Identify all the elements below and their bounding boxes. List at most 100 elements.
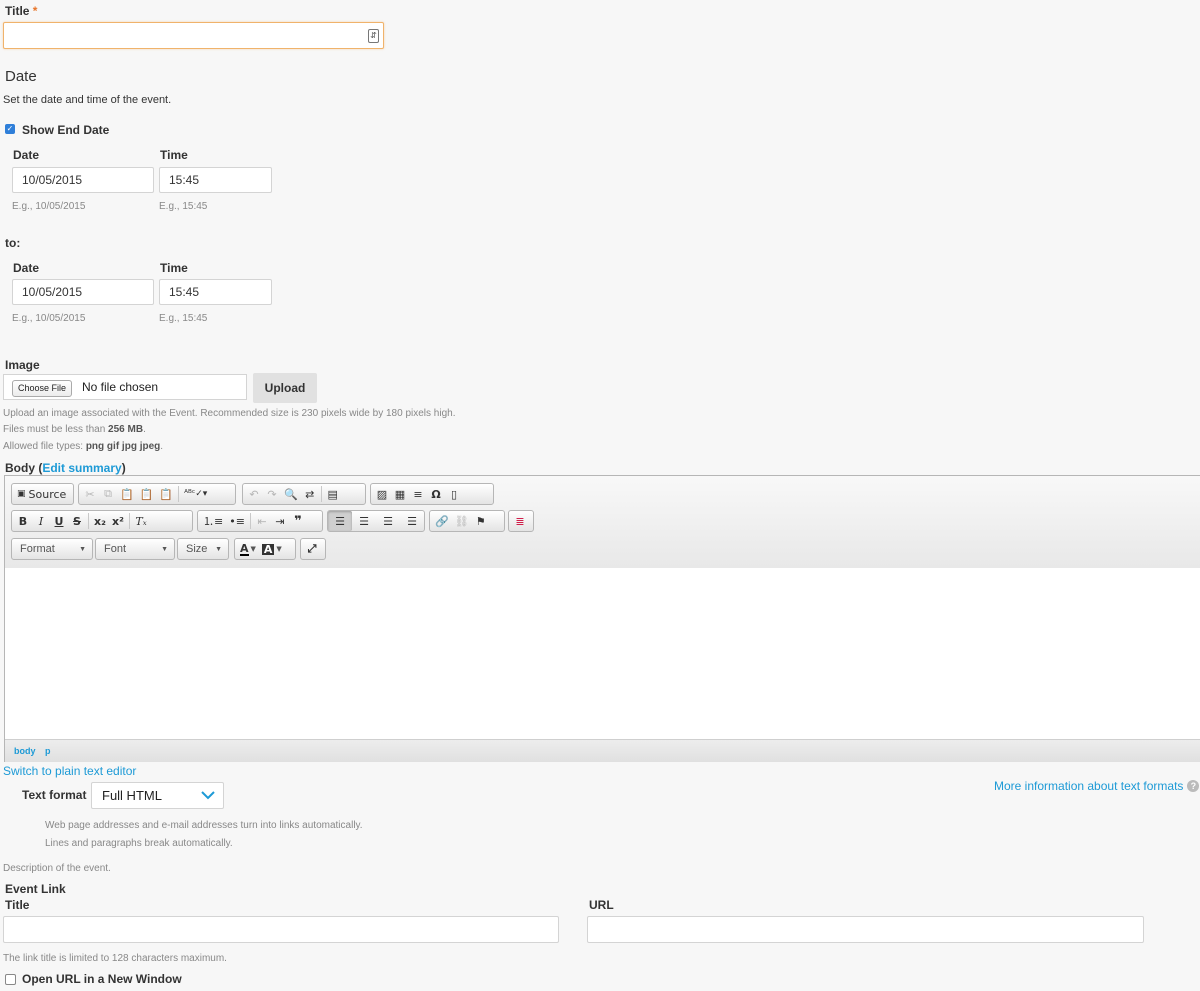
align-right-icon[interactable]: ☰ (376, 512, 400, 530)
start-time-hint: E.g., 15:45 (159, 201, 208, 212)
strike-icon[interactable]: S (68, 512, 86, 530)
toolbar-separator (88, 513, 89, 529)
required-mark: * (32, 4, 38, 18)
file-picker[interactable]: Choose File No file chosen (3, 374, 247, 400)
paste-icon[interactable]: 📋 (117, 485, 137, 503)
title-input[interactable]: ⇵ (3, 22, 384, 49)
link-title-input[interactable] (3, 916, 559, 943)
text-format-select[interactable]: Full HTML (91, 782, 224, 809)
select-all-icon[interactable]: ▤ (324, 485, 342, 503)
start-date-label: Date (13, 148, 40, 162)
image-label: Image (5, 358, 40, 372)
justify-icon[interactable]: ☰ (400, 512, 424, 530)
start-time-input[interactable]: 15:45 (159, 167, 272, 193)
maximize-group: ⤢ (300, 538, 326, 560)
font-dropdown[interactable]: Font ▼ (95, 538, 175, 560)
image-help-line1: Upload an image associated with the Even… (3, 408, 456, 419)
new-window-checkbox[interactable] (5, 974, 16, 985)
link-url-input[interactable] (587, 916, 1144, 943)
more-info-link[interactable]: More information about text formats ? (994, 779, 1200, 793)
bulleted-list-icon[interactable]: •≡ (226, 512, 248, 530)
end-time-hint: E.g., 15:45 (159, 313, 208, 324)
clipboard-group: ✂ ⧉ 📋 📋 📋 ᴬᴮᶜ✓▾ (78, 483, 236, 505)
horizontal-line-icon[interactable]: ≡ (409, 485, 427, 503)
paste-text-icon[interactable]: 📋 (137, 485, 157, 503)
body-label: Body (Edit summary) (5, 461, 126, 475)
background-color-icon[interactable]: A ▼ (259, 540, 285, 558)
end-time-input[interactable]: 15:45 (159, 279, 272, 305)
end-date-input[interactable]: 10/05/2015 (12, 279, 154, 305)
undo-icon[interactable]: ↶ (245, 485, 263, 503)
subscript-icon[interactable]: x₂ (91, 512, 109, 530)
remove-format-icon[interactable]: Tₓ (132, 512, 150, 530)
checkbox-checked-icon[interactable]: ✓ (5, 124, 15, 134)
body-description: Description of the event. (3, 863, 111, 874)
insert-group: ▨ ▦ ≡ Ω ▯ (370, 483, 494, 505)
upload-button[interactable]: Upload (253, 373, 317, 403)
editor-content-area[interactable] (5, 568, 1200, 739)
path-p[interactable]: p (45, 746, 51, 756)
source-icon: ▣ (17, 489, 26, 499)
blockquote-icon[interactable]: ❞ (289, 512, 307, 530)
special-char-icon[interactable]: Ω (427, 485, 445, 503)
replace-icon[interactable]: ⇄ (301, 485, 319, 503)
align-left-icon[interactable]: ☰ (328, 511, 352, 531)
basic-styles-group: B I U S x₂ x² Tₓ (11, 510, 193, 532)
underline-icon[interactable]: U (50, 512, 68, 530)
rich-text-editor: ▣ Source ✂ ⧉ 📋 📋 📋 ᴬᴮᶜ✓▾ ↶ ↷ 🔍 ⇄ ▤ ▨ ▦ ≡ … (4, 475, 1200, 762)
source-button[interactable]: ▣ Source (14, 485, 69, 503)
date-heading: Date (5, 68, 37, 85)
text-color-icon[interactable]: A ▼ (237, 540, 259, 558)
link-icon[interactable]: 🔗 (432, 512, 452, 530)
unlink-icon[interactable]: ⛓ (452, 512, 472, 530)
show-blocks-group: ≣ (508, 510, 534, 532)
image-icon[interactable]: ▨ (373, 485, 391, 503)
format-dropdown[interactable]: Format ▼ (11, 538, 93, 560)
show-blocks-icon[interactable]: ≣ (511, 512, 529, 530)
event-link-heading: Event Link (5, 882, 66, 896)
dropdown-chevron-icon (201, 791, 215, 800)
choose-file-button[interactable]: Choose File (12, 380, 73, 397)
list-group: ⒈≡ •≡ ⇤ ⇥ ❞ (197, 510, 323, 532)
align-center-icon[interactable]: ☰ (352, 512, 376, 530)
path-body[interactable]: body (14, 746, 36, 756)
paste-word-icon[interactable]: 📋 (156, 485, 176, 503)
numbered-list-icon[interactable]: ⒈≡ (200, 512, 226, 530)
find-icon[interactable]: 🔍 (281, 485, 301, 503)
form-fill-icon[interactable]: ⇵ (368, 29, 379, 43)
copy-icon[interactable]: ⧉ (99, 485, 117, 503)
cut-icon[interactable]: ✂ (81, 485, 99, 503)
switch-editor-link[interactable]: Switch to plain text editor (3, 764, 136, 778)
start-date-hint: E.g., 10/05/2015 (12, 201, 86, 212)
new-window-label[interactable]: Open URL in a New Window (22, 972, 182, 986)
image-help-line2: Files must be less than 256 MB. (3, 424, 146, 435)
undo-group: ↶ ↷ 🔍 ⇄ ▤ (242, 483, 366, 505)
anchor-icon[interactable]: ⚑ (472, 512, 490, 530)
no-file-text: No file chosen (82, 380, 159, 394)
italic-icon[interactable]: I (32, 512, 50, 530)
table-icon[interactable]: ▦ (391, 485, 409, 503)
spellcheck-icon[interactable]: ᴬᴮᶜ✓▾ (181, 485, 210, 503)
start-time-label: Time (160, 148, 188, 162)
caret-down-icon: ▼ (161, 545, 168, 553)
end-time-label: Time (160, 261, 188, 275)
link-group: 🔗 ⛓ ⚑ (429, 510, 505, 532)
outdent-icon[interactable]: ⇤ (253, 512, 271, 530)
edit-summary-link[interactable]: Edit summary (42, 461, 121, 475)
show-end-date-label[interactable]: Show End Date (22, 123, 109, 137)
to-label: to: (5, 236, 21, 250)
superscript-icon[interactable]: x² (109, 512, 127, 530)
toolbar-separator (129, 513, 130, 529)
link-title-hint: The link title is limited to 128 charact… (3, 953, 227, 964)
end-date-hint: E.g., 10/05/2015 (12, 313, 86, 324)
redo-icon[interactable]: ↷ (263, 485, 281, 503)
start-date-input[interactable]: 10/05/2015 (12, 167, 154, 193)
date-description: Set the date and time of the event. (3, 94, 172, 106)
indent-icon[interactable]: ⇥ (271, 512, 289, 530)
size-dropdown[interactable]: Size ▼ (177, 538, 229, 560)
source-group: ▣ Source (11, 483, 74, 505)
help-circle-icon[interactable]: ? (1187, 780, 1200, 792)
bold-icon[interactable]: B (14, 512, 32, 530)
page-break-icon[interactable]: ▯ (445, 485, 463, 503)
maximize-icon[interactable]: ⤢ (303, 540, 321, 558)
